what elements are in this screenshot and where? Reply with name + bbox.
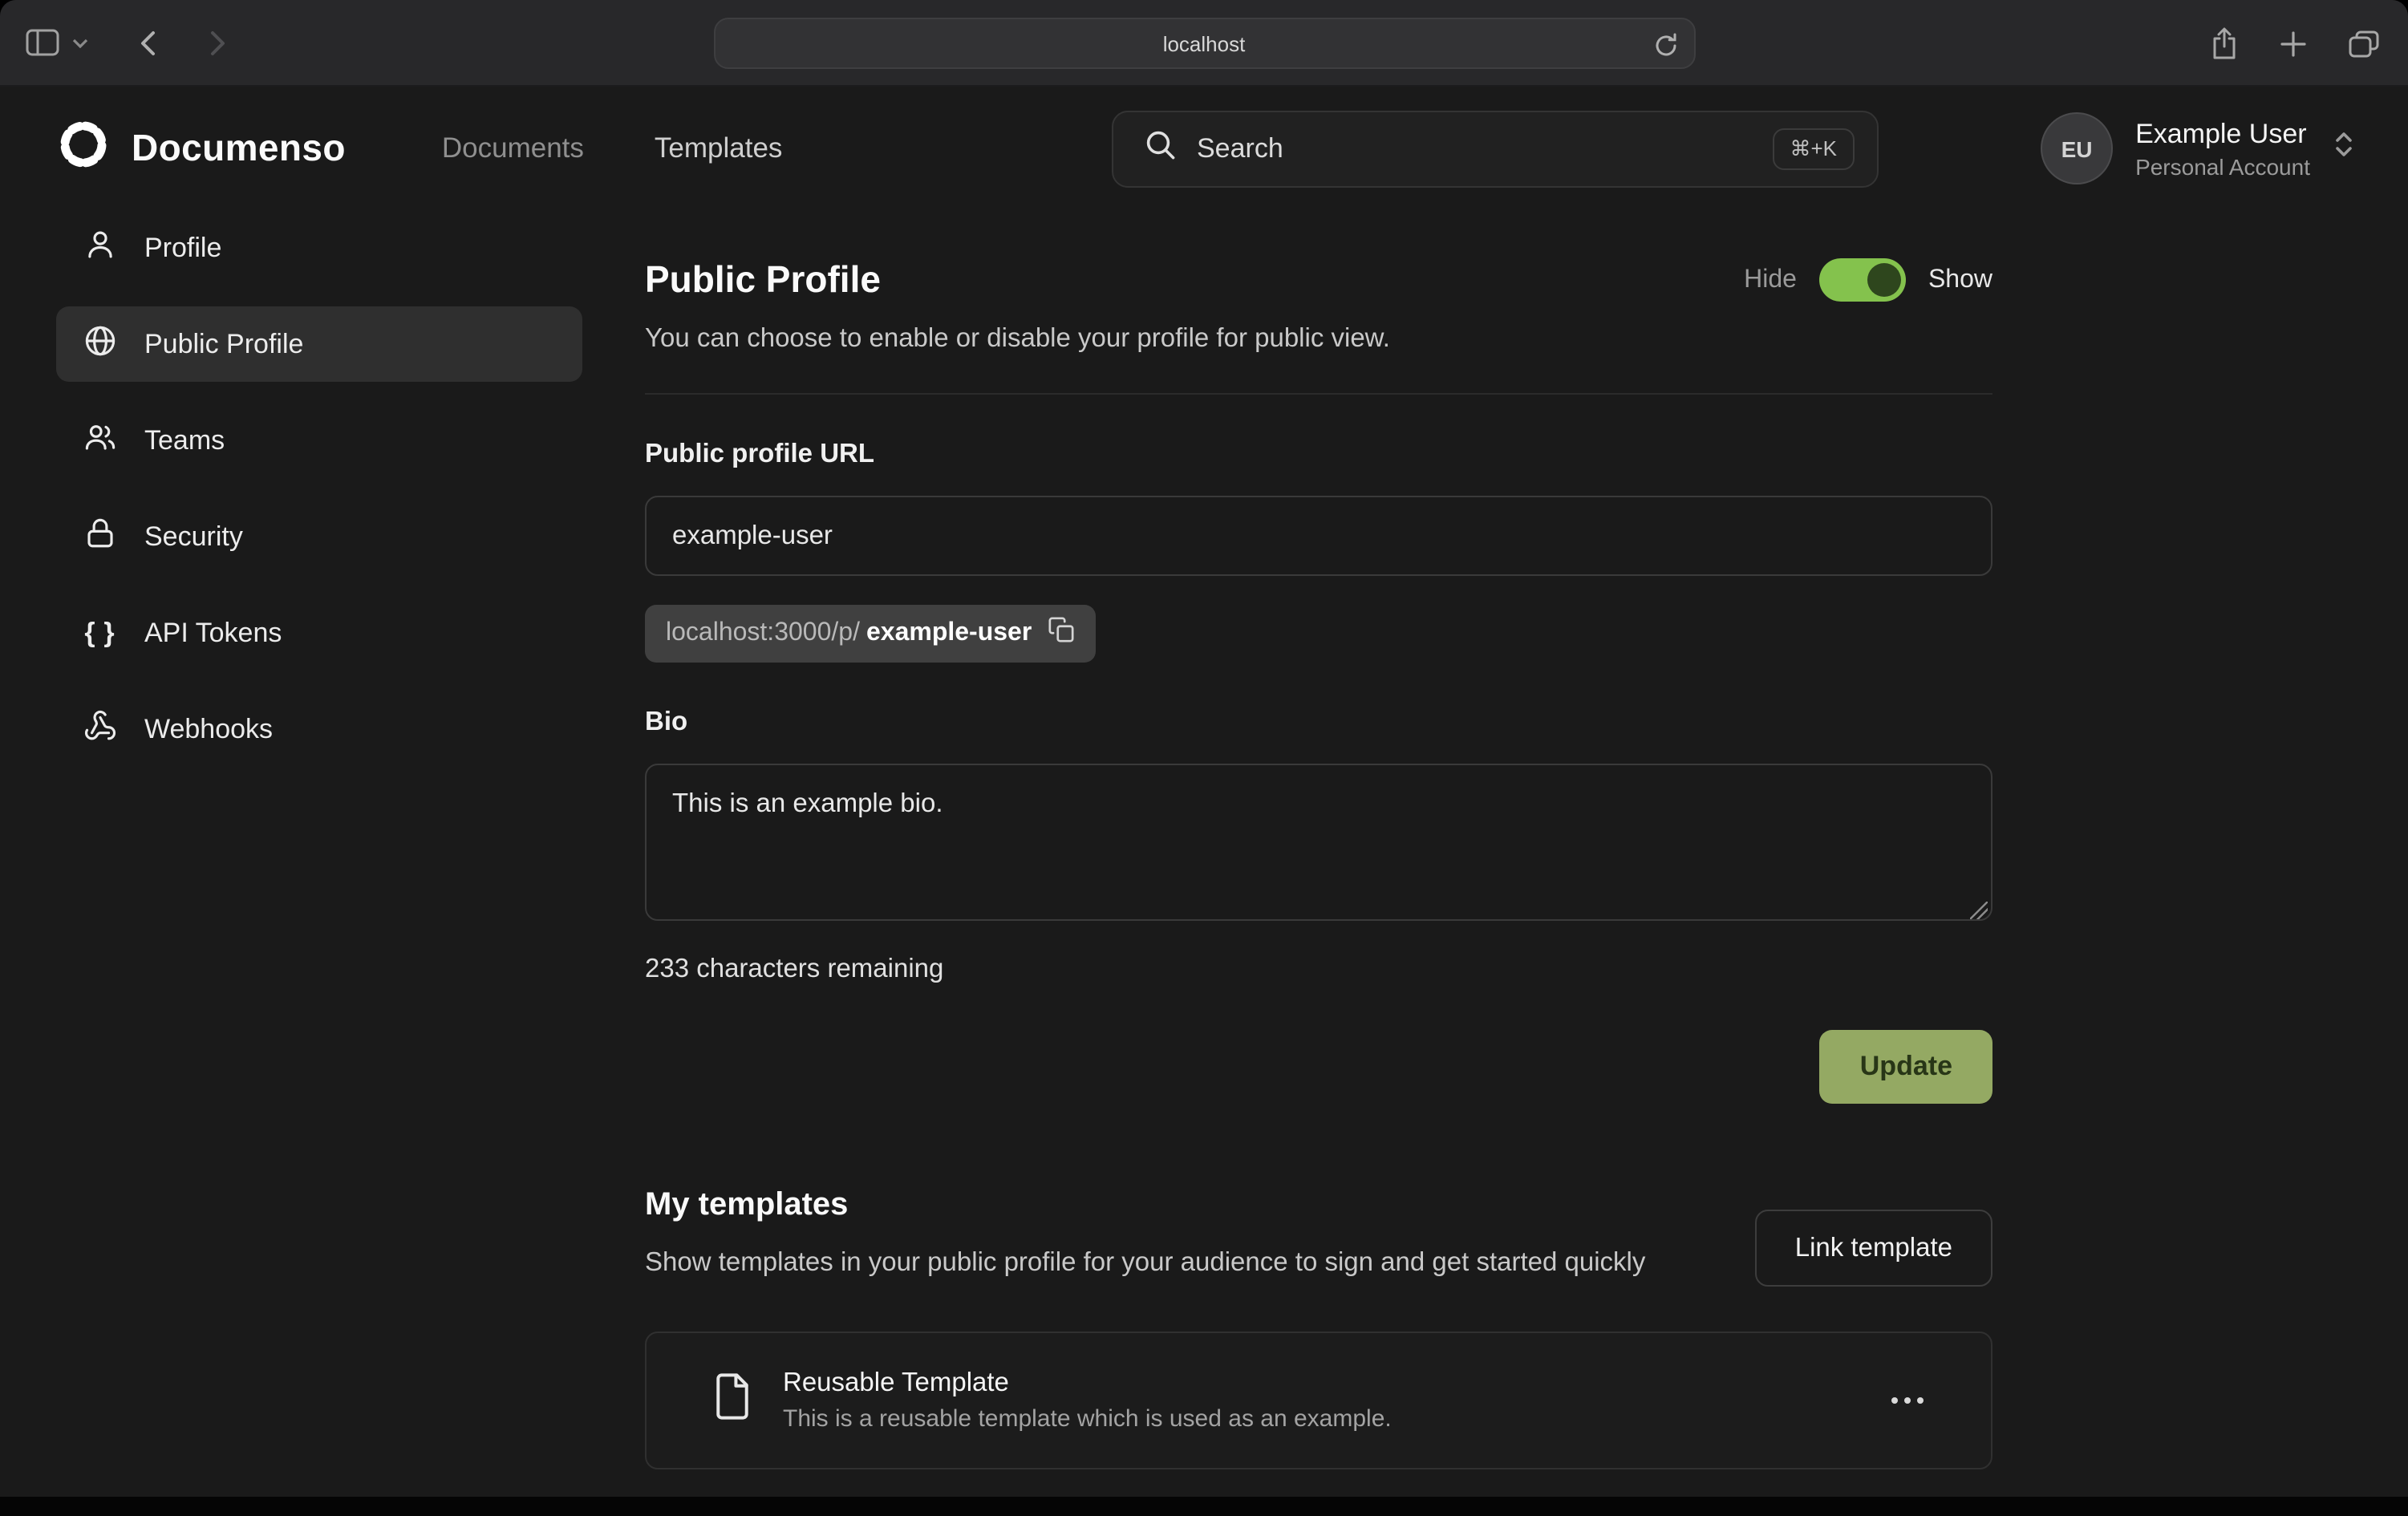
url-field-label: Public profile URL: [645, 440, 1992, 470]
nav-documents[interactable]: Documents: [442, 132, 584, 165]
main-content: Public Profile Hide Show You can choose …: [645, 210, 1992, 1469]
share-icon[interactable]: [2211, 26, 2238, 60]
public-profile-url-input[interactable]: [645, 496, 1992, 576]
profile-url-chip[interactable]: localhost:3000/p/example-user: [645, 605, 1096, 663]
toggle-hide-label: Hide: [1744, 266, 1797, 294]
webhook-icon: [83, 708, 117, 750]
refresh-icon[interactable]: [1653, 30, 1677, 58]
forward-icon[interactable]: [210, 30, 226, 55]
url-text: localhost: [1163, 31, 1246, 55]
ellipsis-icon: [1904, 1397, 1911, 1404]
bio-textarea[interactable]: This is an example bio.: [645, 764, 1992, 921]
sidebar-item-label: API Tokens: [144, 617, 282, 649]
sidebar-item-label: Public Profile: [144, 328, 303, 360]
template-card: Reusable Template This is a reusable tem…: [645, 1332, 1992, 1469]
new-tab-icon[interactable]: [2280, 30, 2307, 57]
users-icon: [83, 420, 117, 461]
my-templates-title: My templates: [645, 1187, 1645, 1224]
tabs-overview-icon[interactable]: [2349, 30, 2379, 57]
page-title: Public Profile: [645, 258, 881, 302]
avatar: EU: [2041, 112, 2113, 184]
toggle-knob: [1867, 263, 1901, 297]
documenso-logo-icon: [56, 117, 111, 180]
bio-field-label: Bio: [645, 707, 1992, 738]
settings-sidebar: Profile Public Profile Teams: [56, 210, 582, 788]
profile-visibility-toggle-group: Hide Show: [1744, 258, 1992, 302]
template-text: Reusable Template This is a reusable tem…: [783, 1368, 1392, 1433]
back-icon[interactable]: [140, 30, 156, 55]
link-template-button[interactable]: Link template: [1755, 1210, 1992, 1287]
chevrons-up-down-icon: [2333, 128, 2355, 168]
sidebar-toggle-icon[interactable]: [26, 29, 59, 56]
top-navigation: Documents Templates: [442, 132, 783, 165]
sidebar-item-profile[interactable]: Profile: [56, 210, 582, 286]
sidebar-item-webhooks[interactable]: Webhooks: [56, 691, 582, 767]
my-templates-subtitle: Show templates in your public profile fo…: [645, 1243, 1645, 1284]
account-type: Personal Account: [2135, 153, 2310, 179]
toolbar-right: [2211, 0, 2379, 87]
update-button[interactable]: Update: [1820, 1030, 1992, 1104]
copy-icon[interactable]: [1048, 616, 1075, 651]
desktop-background: [0, 1497, 2408, 1516]
ellipsis-icon: [1891, 1397, 1898, 1404]
sidebar-item-security[interactable]: Security: [56, 499, 582, 574]
account-name: Example User: [2135, 118, 2310, 150]
nav-templates[interactable]: Templates: [655, 132, 783, 165]
sidebar-item-label: Teams: [144, 424, 225, 456]
sidebar-item-public-profile[interactable]: Public Profile: [56, 306, 582, 382]
app-header: Documenso Documents Templates Search ⌘+K…: [0, 87, 2408, 210]
profile-visibility-toggle[interactable]: [1819, 258, 1906, 302]
lock-icon: [83, 516, 117, 557]
my-templates-header: My templates Show templates in your publ…: [645, 1187, 1992, 1287]
sidebar-item-api-tokens[interactable]: { } API Tokens: [56, 595, 582, 671]
characters-remaining: 233 characters remaining: [645, 955, 1992, 985]
chevron-down-icon[interactable]: [72, 38, 88, 47]
profile-url-prefix: localhost:3000/p/: [666, 619, 860, 648]
section-divider: [645, 393, 1992, 395]
brand[interactable]: Documenso: [56, 117, 346, 180]
sidebar-item-teams[interactable]: Teams: [56, 403, 582, 478]
address-bar[interactable]: localhost: [713, 18, 1695, 69]
account-menu[interactable]: EU Example User Personal Account: [2041, 87, 2355, 210]
page-subtitle: You can choose to enable or disable your…: [645, 324, 1992, 355]
search-placeholder: Search: [1197, 133, 1283, 165]
file-icon: [711, 1372, 754, 1429]
braces-icon: { }: [83, 617, 117, 649]
globe-icon: [83, 323, 117, 365]
sidebar-item-label: Webhooks: [144, 713, 273, 745]
template-name: Reusable Template: [783, 1368, 1392, 1399]
browser-window: localhost: [0, 0, 2408, 1497]
browser-toolbar: localhost: [0, 0, 2408, 87]
sidebar-item-label: Security: [144, 521, 243, 553]
template-description: This is a reusable template which is use…: [783, 1405, 1392, 1433]
my-templates-text: My templates Show templates in your publ…: [645, 1187, 1645, 1284]
toolbar-left: [26, 29, 226, 56]
account-text: Example User Personal Account: [2135, 118, 2310, 179]
search-shortcut-badge: ⌘+K: [1772, 128, 1855, 170]
sidebar-item-label: Profile: [144, 232, 221, 264]
search-icon: [1145, 130, 1176, 168]
profile-url-slug: example-user: [866, 619, 1032, 648]
ellipsis-icon: [1917, 1397, 1924, 1404]
template-menu-button[interactable]: [1882, 1388, 1933, 1413]
user-icon: [83, 227, 117, 269]
screen: localhost: [0, 0, 2408, 1516]
toggle-show-label: Show: [1928, 266, 1992, 294]
brand-name: Documenso: [132, 127, 346, 170]
search-input[interactable]: Search ⌘+K: [1112, 111, 1879, 188]
